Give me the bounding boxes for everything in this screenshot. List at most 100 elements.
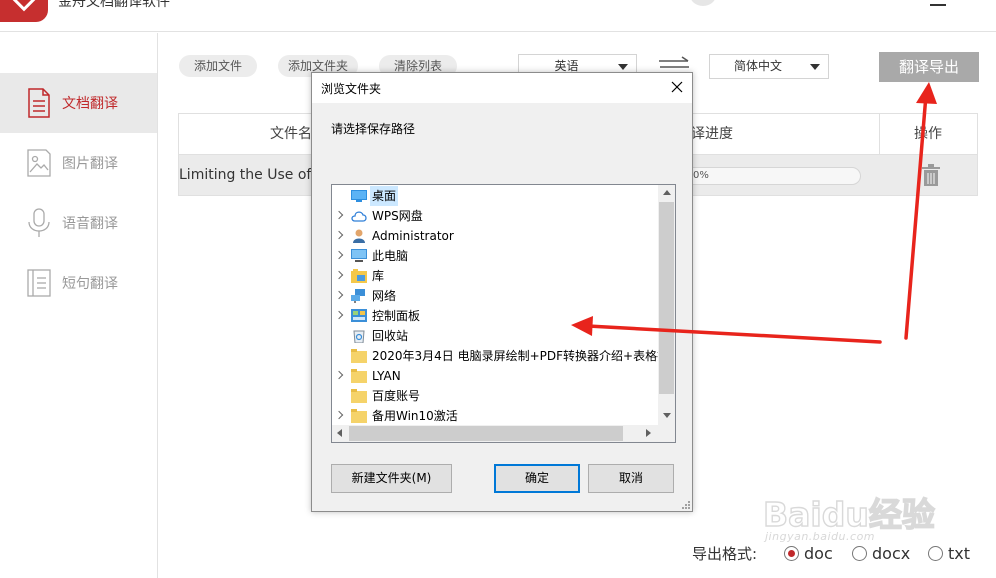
chevron-down-icon <box>810 64 820 70</box>
tree-item-label: 控制面板 <box>372 309 421 323</box>
export-format-label: 导出格式: <box>692 545 758 563</box>
tree-item-library[interactable]: 库 <box>332 266 659 286</box>
tree-item-label: 库 <box>372 269 385 283</box>
column-header-actions: 操作 <box>914 126 942 142</box>
trash-icon[interactable] <box>921 164 941 186</box>
file-name: Limiting the Use of <box>179 167 312 183</box>
tree-item-wps-drive[interactable]: WPS网盘 <box>332 206 659 226</box>
target-language-value: 简体中文 <box>733 59 782 73</box>
format-option-label: docx <box>872 544 911 563</box>
format-option-label: doc <box>804 544 833 563</box>
app-logo <box>0 0 48 22</box>
cloud-icon <box>351 211 367 222</box>
add-file-button[interactable]: 添加文件 <box>179 55 257 77</box>
app-title: 金舟文档翻译软件 <box>58 0 170 10</box>
format-option-doc[interactable]: doc <box>784 544 833 563</box>
chevron-right-icon[interactable] <box>334 410 344 420</box>
chevron-down-icon <box>618 64 628 70</box>
format-option-docx[interactable]: docx <box>852 544 910 563</box>
tree-item-folder-win10[interactable]: 备用Win10激活 <box>332 406 659 426</box>
vertical-scrollbar[interactable] <box>658 185 675 425</box>
tree-item-folder-baidu[interactable]: 百度账号 <box>332 386 659 406</box>
target-language-select[interactable]: 简体中文 <box>709 54 829 79</box>
text-icon <box>27 269 51 297</box>
tree-item-folder-lyan[interactable]: LYAN <box>332 366 659 386</box>
chevron-right-icon[interactable] <box>334 290 344 300</box>
tree-item-label: Administrator <box>372 229 454 243</box>
watermark-url: jingyan.baidu.com <box>765 530 876 543</box>
chevron-right-icon[interactable] <box>334 210 344 220</box>
radio-button[interactable] <box>852 546 867 561</box>
svg-text:Baidu经验: Baidu经验 <box>763 495 935 534</box>
browse-folder-dialog: 浏览文件夹 请选择保存路径 桌面 WPS网盘 Administrator 此电脑… <box>311 72 693 512</box>
library-icon <box>351 269 367 283</box>
title-bar: 金舟文档翻译软件 <box>0 0 996 32</box>
ok-button[interactable]: 确定 <box>494 464 580 493</box>
tree-item-label: LYAN <box>372 369 401 383</box>
horizontal-scrollbar[interactable] <box>332 425 658 442</box>
sidebar-item-label: 短句翻译 <box>62 276 118 292</box>
user-icon <box>353 229 365 243</box>
tree-item-desktop[interactable]: 桌面 <box>332 186 659 206</box>
scrollbar-thumb[interactable] <box>659 202 674 394</box>
chevron-right-icon[interactable] <box>334 250 344 260</box>
microphone-icon <box>28 208 50 237</box>
folder-icon <box>351 349 367 363</box>
format-option-txt[interactable]: txt <box>928 544 970 563</box>
tree-item-network[interactable]: 网络 <box>332 286 659 306</box>
chevron-right-icon[interactable] <box>334 370 344 380</box>
scroll-down-icon[interactable] <box>663 413 671 418</box>
progress-text: 0% <box>693 170 709 181</box>
tree-item-label: 桌面 <box>370 186 399 206</box>
dialog-title-bar: 浏览文件夹 <box>312 73 692 103</box>
column-header-filename: 文件名 <box>270 126 312 142</box>
folder-icon <box>351 369 367 383</box>
tree-item-label: 2020年3月4日 电脑录屏绘制+PDF转换器介绍+表格批 <box>372 349 670 363</box>
chevron-right-icon[interactable] <box>334 230 344 240</box>
user-avatar[interactable] <box>690 0 716 6</box>
chevron-right-icon[interactable] <box>334 310 344 320</box>
scroll-right-icon[interactable] <box>646 429 651 437</box>
tree-item-administrator[interactable]: Administrator <box>332 226 659 246</box>
format-option-label: txt <box>948 544 971 563</box>
folder-tree: 桌面 WPS网盘 Administrator 此电脑 库 网络 控制面板 回收站… <box>331 184 676 443</box>
chevron-right-icon[interactable] <box>334 270 344 280</box>
tree-item-control-panel[interactable]: 控制面板 <box>332 306 659 326</box>
cancel-button[interactable]: 取消 <box>588 464 674 493</box>
tree-item-folder[interactable]: 2020年3月4日 电脑录屏绘制+PDF转换器介绍+表格批 <box>332 346 669 366</box>
sidebar-item-voice-translate[interactable]: 语音翻译 <box>0 193 157 253</box>
tree-item-label: 备用Win10激活 <box>372 409 458 423</box>
scroll-left-icon[interactable] <box>337 429 342 437</box>
recycle-bin-icon <box>353 330 365 343</box>
image-icon <box>27 149 51 177</box>
sidebar-item-image-translate[interactable]: 图片翻译 <box>0 133 157 193</box>
tree-item-this-pc[interactable]: 此电脑 <box>332 246 659 266</box>
tree-item-label: 此电脑 <box>372 249 409 263</box>
sidebar: 文档翻译 图片翻译 语音翻译 短句翻译 <box>0 33 158 578</box>
scrollbar-thumb[interactable] <box>349 426 623 441</box>
radio-button[interactable] <box>928 546 943 561</box>
tree-item-label: 回收站 <box>372 329 409 343</box>
resize-grip-icon[interactable] <box>680 499 690 509</box>
tree-item-recycle-bin[interactable]: 回收站 <box>332 326 659 346</box>
sidebar-item-label: 文档翻译 <box>62 96 118 112</box>
menu-icon[interactable] <box>930 4 946 6</box>
scroll-corner <box>658 425 675 442</box>
sidebar-item-sentence-translate[interactable]: 短句翻译 <box>0 253 157 313</box>
scroll-up-icon[interactable] <box>663 190 671 195</box>
folder-icon <box>351 389 367 403</box>
translate-export-button[interactable]: 翻译导出 <box>879 52 979 82</box>
radio-button[interactable] <box>784 546 799 561</box>
new-folder-button[interactable]: 新建文件夹(M) <box>331 464 452 493</box>
sidebar-item-document-translate[interactable]: 文档翻译 <box>0 73 157 133</box>
tree-item-label: WPS网盘 <box>372 209 423 223</box>
close-icon[interactable] <box>668 78 686 96</box>
network-icon <box>351 289 365 303</box>
control-panel-icon <box>351 309 367 322</box>
tree-item-label: 网络 <box>372 289 397 303</box>
folder-icon <box>351 409 367 423</box>
computer-icon <box>351 249 367 262</box>
app-window: 金舟文档翻译软件 文档翻译 图片翻译 语音翻译 短句翻译 添加文件 添加文件夹 … <box>0 0 996 578</box>
document-icon <box>28 88 50 118</box>
dialog-instruction: 请选择保存路径 <box>331 122 416 136</box>
